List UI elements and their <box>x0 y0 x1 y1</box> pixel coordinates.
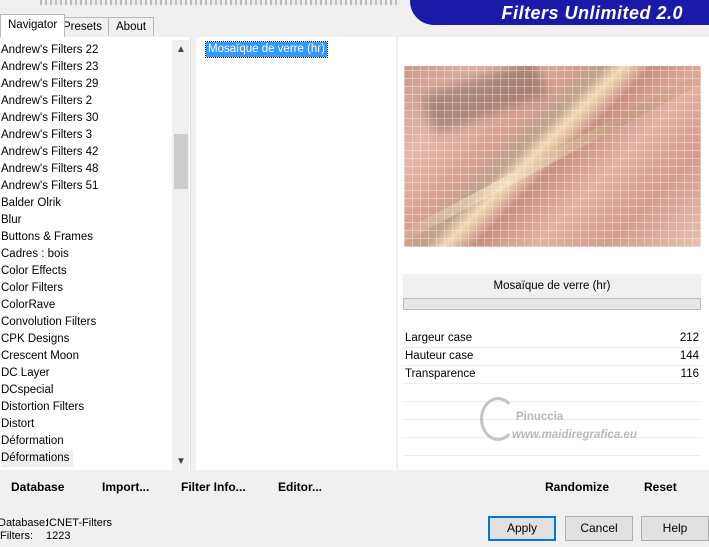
param-row-hauteur[interactable]: Hauteur case 144 <box>403 348 701 366</box>
param-row-empty <box>403 384 701 402</box>
preview-image <box>404 66 701 247</box>
category-item[interactable]: Andrew's Filters 51 <box>1 178 98 195</box>
param-label: Hauteur case <box>405 350 474 362</box>
watermark-author: Pinuccia <box>516 411 564 423</box>
category-item[interactable]: Blur <box>1 212 21 229</box>
tab-navigator[interactable]: Navigator <box>0 14 66 37</box>
filter-list[interactable] <box>196 37 396 470</box>
watermark-site: www.maidiregrafica.eu <box>512 429 637 441</box>
category-item[interactable]: Déformation <box>1 433 64 450</box>
category-item[interactable]: Crescent Moon <box>1 348 79 365</box>
category-scrollbar-thumb[interactable] <box>174 134 188 189</box>
category-item[interactable]: Color Effects <box>1 263 67 280</box>
app-banner: Filters Unlimited 2.0 <box>410 0 709 25</box>
help-button[interactable]: Help <box>641 516 709 541</box>
editor-button[interactable]: Editor... <box>278 478 322 496</box>
tab-about[interactable]: About <box>108 17 155 36</box>
category-item[interactable]: DCspecial <box>1 382 53 399</box>
cancel-button[interactable]: Cancel <box>565 516 633 541</box>
param-value: 212 <box>679 332 699 344</box>
param-value: 144 <box>679 350 699 362</box>
preview-filter-name: Mosaïque de verre (hr) <box>403 274 701 298</box>
param-label: Transparence <box>405 368 476 380</box>
category-item[interactable]: DC Layer <box>1 365 50 382</box>
randomize-button[interactable]: Randomize <box>545 478 609 496</box>
category-scrollbar[interactable] <box>172 40 189 470</box>
category-item[interactable]: Cadres : bois <box>1 246 69 263</box>
param-label: Largeur case <box>405 332 473 344</box>
status-filters-value: 1223 <box>46 530 71 542</box>
status-database-value: ICNET-Filters <box>46 517 112 529</box>
category-item[interactable]: Buttons & Frames <box>1 229 93 246</box>
param-row-largeur[interactable]: Largeur case 212 <box>403 330 701 348</box>
category-item[interactable]: Déformations <box>1 450 74 467</box>
category-item[interactable]: Distortion Filters <box>1 399 84 416</box>
progress-bar <box>403 298 701 310</box>
category-item[interactable]: Andrew's Filters 2 <box>1 93 92 110</box>
status-database-label: Database: <box>0 517 49 529</box>
category-item[interactable]: Andrew's Filters 29 <box>1 76 98 93</box>
import-button[interactable]: Import... <box>102 478 149 496</box>
scroll-down-icon[interactable]: ▼ <box>174 455 188 469</box>
database-button[interactable]: Database <box>11 478 64 496</box>
category-item[interactable]: Andrew's Filters 30 <box>1 110 98 127</box>
reset-button[interactable]: Reset <box>644 478 677 496</box>
category-item[interactable]: ColorRave <box>1 297 55 314</box>
category-item[interactable]: Andrew's Filters 23 <box>1 59 98 76</box>
category-item[interactable]: Andrew's Filters 22 <box>1 42 98 59</box>
category-item[interactable]: Andrew's Filters 48 <box>1 161 98 178</box>
param-value: 116 <box>680 368 699 380</box>
category-item[interactable]: Distort <box>1 416 34 433</box>
param-row-transparence[interactable]: Transparence 116 <box>403 366 701 384</box>
category-list[interactable]: Andrew's Filters 22 Andrew's Filters 23 An… <box>0 37 191 470</box>
category-item[interactable]: Andrew's Filters 42 <box>1 144 98 161</box>
scroll-up-icon[interactable]: ▲ <box>174 43 188 57</box>
category-item[interactable]: CPK Designs <box>1 331 69 348</box>
filter-list-item[interactable]: Mosaïque de verre (hr) <box>205 41 328 58</box>
category-item[interactable]: Convolution Filters <box>1 314 96 331</box>
category-item[interactable]: Balder Olrik <box>1 195 61 212</box>
filter-info-button[interactable]: Filter Info... <box>181 478 246 496</box>
category-item[interactable]: Color Filters <box>1 280 63 297</box>
app-title: Filters Unlimited 2.0 <box>501 3 683 23</box>
status-filters-label: Filters: <box>0 530 33 542</box>
watermark-logo-icon <box>480 397 516 441</box>
apply-button[interactable]: Apply <box>488 516 556 541</box>
category-item[interactable]: Andrew's Filters 3 <box>1 127 92 144</box>
